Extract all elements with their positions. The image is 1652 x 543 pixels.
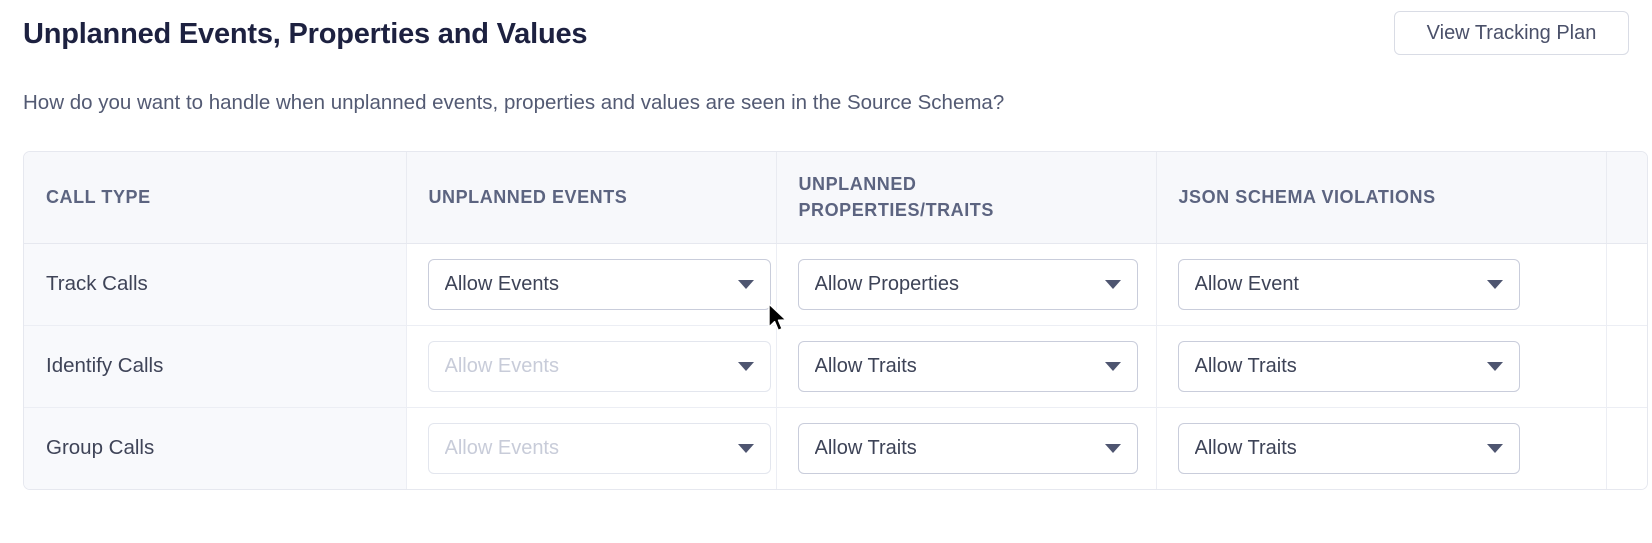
unplanned-events-dropdown: Allow Events xyxy=(427,340,771,392)
column-header-unplanned-properties-traits: UNPLANNED PROPERTIES/TRAITS xyxy=(776,152,1157,244)
column-header-text: UNPLANNED EVENTS xyxy=(428,187,628,208)
dropdown-value: Allow Event xyxy=(1194,272,1300,295)
cell-spacer xyxy=(1606,325,1647,408)
page-title: Unplanned Events, Properties and Values xyxy=(23,18,588,50)
cell-spacer xyxy=(1606,407,1647,489)
table-row: Track Calls Allow Events Allow Propertie… xyxy=(24,243,1647,326)
chevron-down-icon xyxy=(1486,443,1503,453)
table-header: CALL TYPE UNPLANNED EVENTS UNPLANNED PRO… xyxy=(24,152,1647,244)
column-header-json-schema-violations: JSON SCHEMA VIOLATIONS xyxy=(1156,152,1607,244)
dropdown-value: Allow Events xyxy=(444,272,560,295)
unplanned-properties-dropdown[interactable]: Allow Properties xyxy=(797,258,1138,310)
json-schema-violations-dropdown[interactable]: Allow Traits xyxy=(1177,340,1520,392)
chevron-down-icon xyxy=(737,361,754,371)
column-header-text: JSON SCHEMA VIOLATIONS xyxy=(1178,187,1436,208)
unplanned-handling-table-container: CALL TYPE UNPLANNED EVENTS UNPLANNED PRO… xyxy=(23,151,1648,490)
dropdown-value: Allow Traits xyxy=(1194,354,1297,377)
unplanned-handling-table: CALL TYPE UNPLANNED EVENTS UNPLANNED PRO… xyxy=(24,152,1647,489)
cell-spacer xyxy=(1606,243,1647,326)
unplanned-events-dropdown[interactable]: Allow Events xyxy=(427,258,771,310)
chevron-down-icon xyxy=(1104,443,1121,453)
page-header: Unplanned Events, Properties and Values … xyxy=(0,0,1652,74)
chevron-down-icon xyxy=(1486,361,1503,371)
dropdown-value: Allow Events xyxy=(444,436,560,459)
chevron-down-icon xyxy=(1104,279,1121,289)
cell-unplanned-properties: Allow Traits xyxy=(776,407,1157,489)
dropdown-value: Allow Traits xyxy=(1194,436,1297,459)
chevron-down-icon xyxy=(737,279,754,289)
cell-call-type: Group Calls xyxy=(24,407,407,489)
table-header-row: CALL TYPE UNPLANNED EVENTS UNPLANNED PRO… xyxy=(24,152,1647,244)
chevron-down-icon xyxy=(737,443,754,453)
chevron-down-icon xyxy=(1104,361,1121,371)
column-header-text-line1: UNPLANNED xyxy=(798,174,917,195)
cell-json-schema-violations: Allow Traits xyxy=(1156,325,1607,408)
unplanned-properties-dropdown[interactable]: Allow Traits xyxy=(797,340,1138,392)
column-header-spacer xyxy=(1606,152,1647,244)
unplanned-properties-dropdown[interactable]: Allow Traits xyxy=(797,422,1138,474)
cell-unplanned-properties: Allow Traits xyxy=(776,325,1157,408)
json-schema-violations-dropdown[interactable]: Allow Event xyxy=(1177,258,1520,310)
unplanned-events-dropdown: Allow Events xyxy=(427,422,771,474)
json-schema-violations-dropdown[interactable]: Allow Traits xyxy=(1177,422,1520,474)
unplanned-events-settings-page: Unplanned Events, Properties and Values … xyxy=(0,0,1652,543)
chevron-down-icon xyxy=(1486,279,1503,289)
cell-call-type: Identify Calls xyxy=(24,325,407,408)
cell-call-type: Track Calls xyxy=(24,243,407,326)
cell-unplanned-events: Allow Events xyxy=(406,407,777,489)
dropdown-value: Allow Traits xyxy=(814,354,917,377)
table-row: Group Calls Allow Events Allow Traits Al… xyxy=(24,407,1647,489)
dropdown-value: Allow Properties xyxy=(814,272,960,295)
dropdown-value: Allow Traits xyxy=(814,436,917,459)
column-header-text-line2: PROPERTIES/TRAITS xyxy=(798,200,994,221)
column-header-call-type: CALL TYPE xyxy=(24,152,407,244)
cell-unplanned-events: Allow Events xyxy=(406,243,777,326)
cell-unplanned-events: Allow Events xyxy=(406,325,777,408)
column-header-text: CALL TYPE xyxy=(46,187,151,208)
table-body: Track Calls Allow Events Allow Propertie… xyxy=(24,243,1647,489)
cell-unplanned-properties: Allow Properties xyxy=(776,243,1157,326)
cell-json-schema-violations: Allow Event xyxy=(1156,243,1607,326)
page-description: How do you want to handle when unplanned… xyxy=(23,91,1005,114)
table-row: Identify Calls Allow Events Allow Traits xyxy=(24,325,1647,408)
dropdown-value: Allow Events xyxy=(444,354,560,377)
column-header-unplanned-events: UNPLANNED EVENTS xyxy=(406,152,777,244)
cell-json-schema-violations: Allow Traits xyxy=(1156,407,1607,489)
view-tracking-plan-button[interactable]: View Tracking Plan xyxy=(1394,11,1629,55)
